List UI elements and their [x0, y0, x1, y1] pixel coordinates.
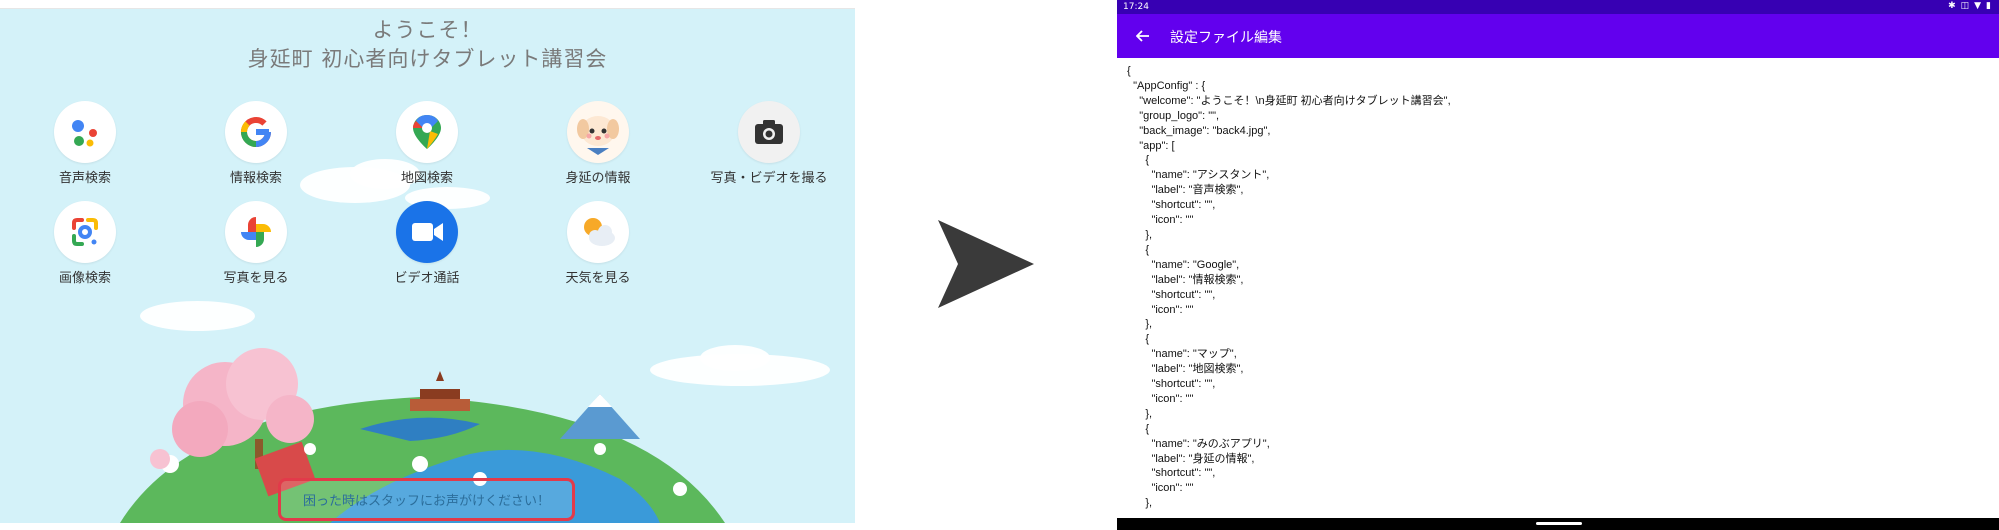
page-title: 設定ファイル編集 — [1170, 30, 1282, 46]
minobu-landscape-illustration — [120, 348, 725, 523]
staff-help-banner: 困った時はスタッフにお声がけください！ — [278, 478, 575, 521]
transition-arrow-icon — [938, 220, 1034, 308]
status-icons: ✱ ◫ ▼ ▮ — [1948, 1, 1991, 11]
comparison-figure: ようこそ！ 身延町 初心者向けタブレット講習会 音声検索 情報検索 地図検索 身… — [0, 0, 1999, 530]
battery-icon: ▮ — [1986, 1, 1991, 11]
app-bar: 設定ファイル編集 — [1117, 14, 1999, 58]
config-editor[interactable]: { "AppConfig" : { "welcome": "ようこそ！\n身延町… — [1117, 58, 1999, 515]
settings-editor-screen: 17:24 ✱ ◫ ▼ ▮ 設定ファイル編集 { "AppConfig" : {… — [1117, 0, 1999, 530]
status-bar: 17:24 ✱ ◫ ▼ ▮ — [1117, 0, 1999, 14]
status-time: 17:24 — [1123, 2, 1149, 12]
navigation-bar — [1117, 518, 1999, 530]
bluetooth-icon: ✱ — [1948, 1, 1956, 11]
arrow-back-icon — [1136, 30, 1149, 42]
back-button[interactable] — [1129, 22, 1157, 50]
home-gesture-handle[interactable] — [1536, 522, 1582, 525]
tablet-home-screen: ようこそ！ 身延町 初心者向けタブレット講習会 音声検索 情報検索 地図検索 身… — [0, 8, 855, 523]
config-text[interactable]: { "AppConfig" : { "welcome": "ようこそ！\n身延町… — [1127, 64, 1991, 511]
wifi-icon: ▼ — [1974, 1, 1982, 11]
vibrate-icon: ◫ — [1960, 1, 1970, 11]
